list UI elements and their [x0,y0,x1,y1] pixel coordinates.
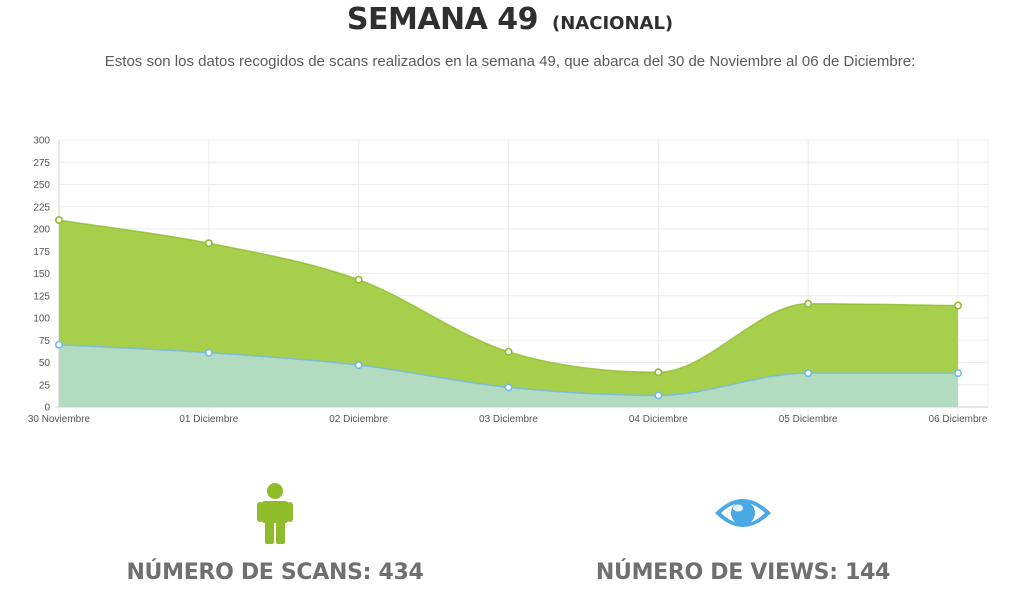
scans-stat: NÚMERO DE SCANS: 434 [65,480,485,585]
x-tick-label: 01 Diciembre [179,414,238,425]
series-0-point [654,368,663,377]
page-title: SEMANA 49 (NACIONAL) [0,2,1020,37]
series-0-point [504,347,513,356]
y-tick-label: 25 [39,380,51,391]
y-tick-label: 300 [33,136,50,147]
series-1-point [804,369,813,378]
title-main: SEMANA 49 [346,2,539,37]
series-0-point [804,299,813,308]
area-chart: 0 25 50 75 100 125 150 175 200 225 250 275 300 30 Nov… [28,136,989,425]
series-1-point [504,383,513,392]
x-tick-label: 30 Noviembre [28,414,91,425]
y-tick-label: 250 [33,180,50,191]
series-0-point [354,275,363,284]
y-tick-label: 175 [33,247,50,258]
series-0-point [54,216,63,225]
scans-count-label: NÚMERO DE SCANS: 434 [126,560,424,585]
x-tick-label: 05 Diciembre [779,414,838,425]
y-tick-label: 275 [33,158,50,169]
series-0-point [953,301,962,310]
x-tick-label: 06 Diciembre [929,414,988,425]
series-1-point [204,348,213,357]
x-tick-label: 02 Diciembre [329,414,388,425]
y-tick-label: 0 [44,403,50,414]
person-icon [65,480,485,546]
series-0-point [204,239,213,248]
series-1-point [953,369,962,378]
views-stat: NÚMERO DE VIEWS: 144 [533,480,953,585]
series-1-point [354,361,363,370]
views-count-label: NÚMERO DE VIEWS: 144 [595,560,891,585]
series-1-point [54,340,63,349]
y-tick-label: 200 [33,225,50,236]
y-tick-label: 125 [33,291,50,302]
x-tick-label: 04 Diciembre [629,414,688,425]
y-tick-label: 225 [33,202,50,213]
title-subtitle: (NACIONAL) [552,13,674,34]
y-tick-label: 50 [39,358,51,369]
y-tick-label: 75 [39,336,51,347]
eye-icon [533,480,953,546]
y-tick-label: 100 [33,314,50,325]
y-tick-label: 150 [33,269,50,280]
series-1-point [654,391,663,400]
page-description: Estos son los datos recogidos de scans r… [104,53,916,70]
x-tick-label: 03 Diciembre [479,414,538,425]
